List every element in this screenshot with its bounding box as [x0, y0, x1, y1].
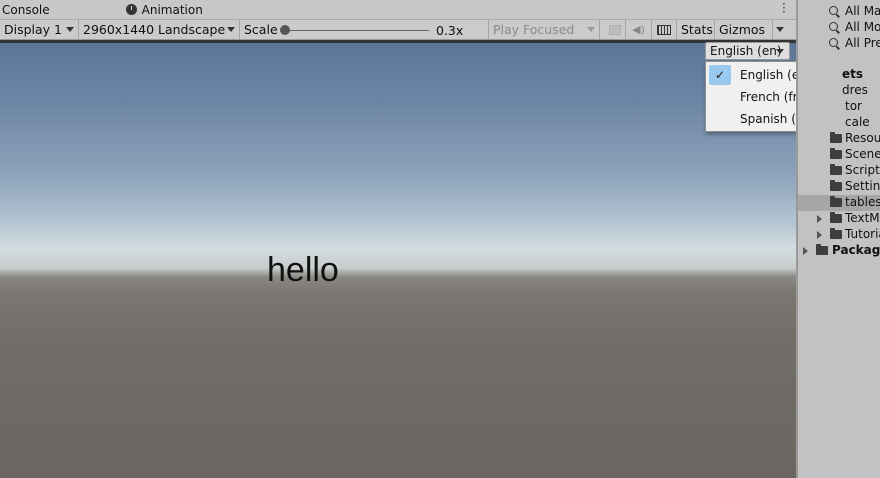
menu-item-label: French (fr) [740, 90, 803, 104]
search-icon [829, 38, 838, 47]
stats-button[interactable]: Stats [677, 20, 715, 39]
scale-value: 0.3x [436, 23, 464, 38]
display-label: Display 1 [4, 22, 63, 37]
folder-icon [816, 244, 828, 255]
folder-icon [830, 148, 842, 159]
folder-label: Scene [845, 147, 880, 161]
scale-slider-handle[interactable] [280, 25, 290, 35]
gizmos-button[interactable]: Gizmos [715, 20, 773, 39]
folder-label: Tutoria [845, 227, 880, 241]
folder-label: Resou [845, 131, 880, 145]
folder-icon [830, 212, 842, 223]
tab-animation-label: Animation [141, 2, 203, 17]
expand-arrow-icon[interactable] [817, 231, 822, 239]
folder-icon [830, 132, 842, 143]
expand-arrow-icon[interactable] [803, 247, 808, 255]
folder-label: TextM [845, 211, 880, 225]
resolution-dropdown[interactable]: 2960x1440 Landscape [79, 20, 240, 39]
folder-label: tor [845, 99, 862, 113]
animation-clock-icon [125, 4, 137, 15]
search-label: All Pre [845, 36, 880, 50]
folder-icon [830, 228, 842, 239]
project-panel: All Ma All Mo All Pre ets dres tor cale … [798, 0, 880, 478]
language-dropdown[interactable]: English (en) [705, 42, 790, 60]
search-icon [829, 6, 838, 15]
display-dropdown[interactable]: Display 1 [0, 20, 79, 39]
folder-icon [830, 180, 842, 191]
chevron-down-icon [227, 27, 235, 32]
tab-animation[interactable]: Animation [56, 0, 209, 19]
folder-tables[interactable]: tables [798, 195, 880, 211]
hello-text: hello [267, 251, 339, 289]
checkmark-icon: ✓ [709, 65, 731, 85]
maximize-icon [609, 24, 621, 35]
chevron-down-icon [776, 49, 784, 54]
play-mode-dropdown[interactable]: Play Focused [489, 20, 600, 39]
tab-bar: Console Animation · · · [0, 0, 796, 19]
scale-control: Scale 0.3x [240, 20, 489, 39]
game-viewport[interactable]: hello [0, 43, 796, 478]
game-panel: Console Animation · · · Display 1 2960x144… [0, 0, 860, 478]
game-toolbar: Display 1 2960x1440 Landscape Scale 0.3x… [0, 19, 796, 40]
folder-label: tables [845, 195, 880, 209]
tab-console[interactable]: Console [0, 0, 56, 19]
search-icon [829, 22, 838, 31]
packages-label: Package [832, 243, 880, 257]
chevron-down-icon [66, 27, 74, 32]
folder-label: cale [845, 115, 870, 129]
language-selected-label: English (en) [710, 44, 782, 58]
folder-label: Scripts [845, 163, 880, 177]
search-label: All Mo [845, 20, 880, 34]
play-mode-label: Play Focused [493, 22, 575, 37]
expand-arrow-icon[interactable] [817, 215, 822, 223]
folder-icon [830, 196, 842, 207]
resolution-label: 2960x1440 Landscape [83, 22, 226, 37]
chevron-down-icon [587, 27, 595, 32]
mute-audio-toggle[interactable]: ◀) [626, 20, 652, 39]
gizmos-dropdown[interactable] [773, 20, 788, 39]
maximize-toggle[interactable] [600, 20, 626, 39]
keyboard-icon [657, 24, 671, 35]
scale-label: Scale [244, 22, 278, 37]
assets-label: ets [842, 67, 864, 81]
keyboard-toggle[interactable] [652, 20, 677, 39]
search-label: All Ma [845, 4, 880, 18]
speaker-icon: ◀) [632, 23, 645, 36]
folder-label: dres [842, 83, 868, 97]
folder-icon [830, 164, 842, 175]
chevron-down-icon [776, 27, 784, 32]
folder-label: Setting [845, 179, 880, 193]
scale-slider-track[interactable] [284, 30, 429, 31]
kebab-menu-icon[interactable]: · · · [782, 0, 786, 18]
